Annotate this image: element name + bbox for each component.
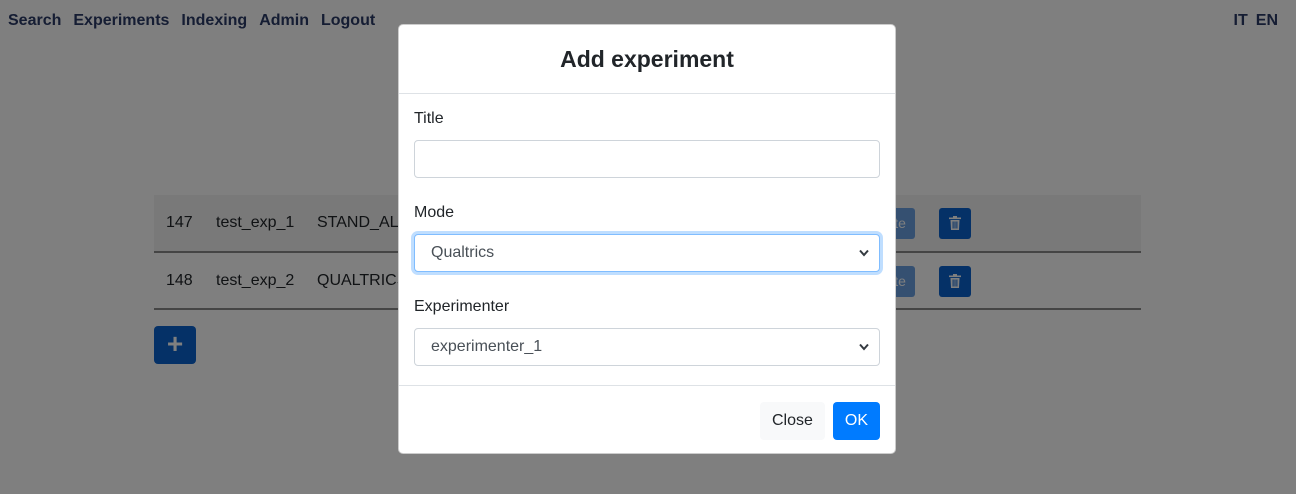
chevron-down-icon — [859, 249, 869, 257]
close-button[interactable]: Close — [759, 401, 825, 440]
mode-selected-value: Qualtrics — [431, 244, 495, 261]
mode-label: Mode — [414, 204, 455, 221]
chevron-down-icon — [859, 343, 869, 351]
experimenter-group: Experimenter experimenter_1 — [414, 298, 880, 366]
modal-title: Add experiment — [560, 45, 734, 72]
ok-button[interactable]: OK — [832, 401, 880, 440]
mode-select[interactable]: Qualtrics — [414, 234, 880, 272]
add-experiment-dialog: Add experiment Title Mode Qualtrics Expe… — [398, 24, 896, 454]
modal-header: Add experiment — [399, 25, 895, 94]
title-group: Title — [414, 110, 880, 178]
experimenter-label: Experimenter — [414, 298, 510, 315]
modal-body: Title Mode Qualtrics Experimenter experi… — [399, 94, 895, 385]
modal-footer: Close OK — [399, 385, 895, 455]
title-label: Title — [414, 110, 444, 127]
title-input[interactable] — [414, 140, 880, 178]
experimenter-select[interactable]: experimenter_1 — [414, 328, 880, 366]
mode-group: Mode Qualtrics — [414, 204, 880, 272]
experimenter-selected-value: experimenter_1 — [431, 338, 543, 355]
